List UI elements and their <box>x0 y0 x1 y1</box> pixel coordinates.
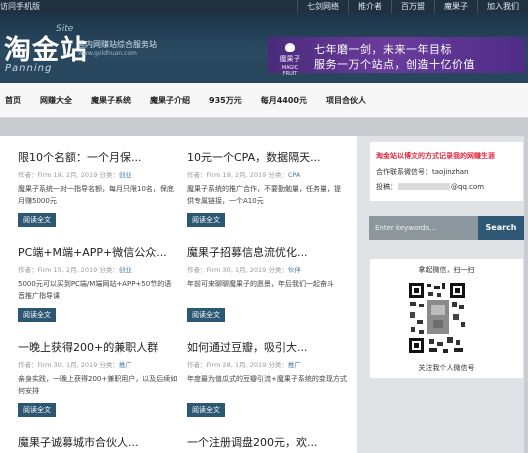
mobile-version-link[interactable]: 访问手机版 <box>0 0 40 13</box>
post-meta: 作者：Firm 28, 1月, 2019 分类：推广 <box>187 361 301 369</box>
post-title[interactable]: 一晚上获得200+的兼职人群 <box>18 341 178 355</box>
top-link-qijian[interactable]: 七剑网络 <box>297 0 348 13</box>
nav-item-moguozi-intro[interactable]: 魔果子介绍 <box>144 95 203 106</box>
nav-item-4400[interactable]: 每月4400元 <box>255 95 320 106</box>
post-card: 10元一个CPA，数据隔天... 作者：Firm 19, 2月, 2019 分类… <box>187 151 347 227</box>
site-notice: 淘金站以博文的方式记录我的网赚生涯 <box>376 152 495 160</box>
post-category-link[interactable]: 推广 <box>119 361 132 369</box>
post-category-link[interactable]: CPA <box>288 171 301 179</box>
wechat-qr-box: 拿起微信，扫一扫 关注我个人微信号 <box>369 258 524 379</box>
logo-url: www.goldhuan.com <box>78 50 137 57</box>
post-title[interactable]: 一个注册调盘200元，欢... <box>187 436 347 450</box>
logo-panning-text: Panning <box>5 63 53 74</box>
read-more-button[interactable]: 阅读全文 <box>18 308 56 322</box>
top-bar: 访问手机版 七剑网络 推介者 百万盟 魔果子 加入我们 <box>0 0 528 13</box>
wechat-qr-code <box>407 280 467 356</box>
site-header: 淘金站 Site Panning 国内网赚站综合服务站 www.goldhuan… <box>0 13 528 83</box>
wechat-contact: 合作联系微信号：taojinzhan <box>376 168 469 176</box>
post-category-link[interactable]: 伙伴 <box>288 266 301 274</box>
contact-box: 淘金站以博文的方式记录我的网赚生涯 合作联系微信号：taojinzhan 投稿：… <box>369 141 524 202</box>
post-excerpt: 年前可来聊聊魔果子的愿景，年后我们一起奋斗 <box>187 280 334 288</box>
post-card: 如何通过豆瓣，吸引大... 作者：Firm 28, 1月, 2019 分类：推广… <box>187 341 347 417</box>
post-list: 限10个名额：一个月保... 作者：Firm 19, 2月, 2019 分类：创… <box>0 136 357 453</box>
read-more-button[interactable]: 阅读全文 <box>187 213 225 227</box>
post-meta: 作者：Firm 30, 1月, 2019 分类：伙伴 <box>187 266 301 274</box>
nav-item-moguozi-system[interactable]: 魔果子系统 <box>85 95 144 106</box>
page-right-edge <box>524 136 528 453</box>
post-card: PC端+M端+APP+微信公众... 作者：Firm 15, 2月, 2019 … <box>18 246 178 322</box>
content-top-band <box>0 118 528 136</box>
header-banner-ad[interactable]: 魔果子 MAGIC FRUIT 七年磨一剑，未来一年目标 服务一万个站点，创造十… <box>268 37 526 77</box>
nav-item-home[interactable]: 首页 <box>0 95 34 106</box>
banner-line-2: 服务一万个站点，创造十亿价值 <box>314 58 475 71</box>
read-more-button[interactable]: 阅读全文 <box>187 308 225 322</box>
banner-brand-en: MAGIC FRUIT <box>281 65 299 77</box>
search-input[interactable]: Enter keywords... <box>369 216 478 240</box>
post-card: 限10个名额：一个月保... 作者：Firm 19, 2月, 2019 分类：创… <box>18 151 178 227</box>
main-nav: 首页 网赚大全 魔果子系统 魔果子介绍 935万元 每月4400元 项目合伙人 <box>0 83 528 118</box>
top-link-join-us[interactable]: 加入我们 <box>477 0 528 13</box>
read-more-button[interactable]: 阅读全文 <box>18 213 56 227</box>
post-category-link[interactable]: 推广 <box>288 361 301 369</box>
search-button[interactable]: Search <box>478 216 524 240</box>
banner-brand-name: 魔果子 <box>279 55 301 63</box>
top-link-tuijiezhe[interactable]: 推介者 <box>348 0 391 13</box>
post-excerpt: 5000元可以买到PC端/M端网站+APP+50节的语音推广指导课 <box>18 280 172 300</box>
post-title[interactable]: PC端+M端+APP+微信公众... <box>18 246 178 260</box>
nav-item-partner[interactable]: 项目合伙人 <box>320 95 379 106</box>
nav-item-935[interactable]: 935万元 <box>203 95 255 106</box>
read-more-button[interactable]: 阅读全文 <box>187 403 225 417</box>
logo-slogan: 国内网赚站综合服务站 <box>77 40 157 49</box>
qr-caption: 关注我个人微信号 <box>418 364 475 372</box>
post-excerpt: 魔果子系统一对一指导名额，每月只限10名，保底月赚5000元 <box>18 185 174 205</box>
post-card: 魔果子招募信息流优化... 作者：Firm 30, 1月, 2019 分类：伙伴… <box>187 246 347 322</box>
top-link-baiwanmeng[interactable]: 百万盟 <box>391 0 434 13</box>
submission-email: 投稿： @qq.com <box>376 183 485 191</box>
logo-site-text: Site <box>56 24 74 34</box>
post-title[interactable]: 魔果子招募信息流优化... <box>187 246 347 260</box>
post-category-link[interactable]: 创业 <box>119 266 132 274</box>
post-title[interactable]: 10元一个CPA，数据隔天... <box>187 151 347 165</box>
top-link-moguozi[interactable]: 魔果子 <box>434 0 477 13</box>
post-meta: 作者：Firm 30, 1月, 2019 分类：推广 <box>18 361 132 369</box>
post-meta: 作者：Firm 15, 2月, 2019 分类：创业 <box>18 266 132 274</box>
magic-fruit-logo-icon <box>285 43 295 52</box>
post-category-link[interactable]: 创业 <box>119 171 132 179</box>
search-form: Enter keywords... Search <box>369 216 524 240</box>
post-card: 一晚上获得200+的兼职人群 作者：Firm 30, 1月, 2019 分类：推… <box>18 341 178 417</box>
read-more-button[interactable]: 阅读全文 <box>18 403 56 417</box>
redacted-email <box>398 183 450 190</box>
post-excerpt: 魔果子系统的推广合作，不要勤勉量，任务量，提供专属链接，一个A10元 <box>187 185 341 205</box>
post-title[interactable]: 魔果子诚募城市合伙人... <box>18 436 178 450</box>
post-excerpt: 亲身实践，一晚上获得200+兼职用户，以及后续如何安排 <box>18 375 178 395</box>
banner-line-1: 七年磨一剑，未来一年目标 <box>314 43 452 56</box>
post-title[interactable]: 如何通过豆瓣，吸引大... <box>187 341 347 355</box>
banner-brand: 魔果子 MAGIC FRUIT <box>274 43 306 77</box>
post-card: 一个注册调盘200元，欢... <box>187 436 347 450</box>
post-excerpt: 年度最为值瓜式的豆瓣引流+魔果子系统的变现方式 <box>187 375 347 383</box>
post-meta: 作者：Firm 19, 2月, 2019 分类：CPA <box>187 171 301 179</box>
post-card: 魔果子诚募城市合伙人... <box>18 436 178 450</box>
post-title[interactable]: 限10个名额：一个月保... <box>18 151 178 165</box>
top-links: 七剑网络 推介者 百万盟 魔果子 加入我们 <box>297 0 528 13</box>
post-meta: 作者：Firm 19, 2月, 2019 分类：创业 <box>18 171 132 179</box>
nav-item-wangzhuan[interactable]: 网赚大全 <box>34 95 85 106</box>
qr-title: 拿起微信，扫一扫 <box>418 266 475 274</box>
logo-text: 淘金站 <box>4 35 88 66</box>
